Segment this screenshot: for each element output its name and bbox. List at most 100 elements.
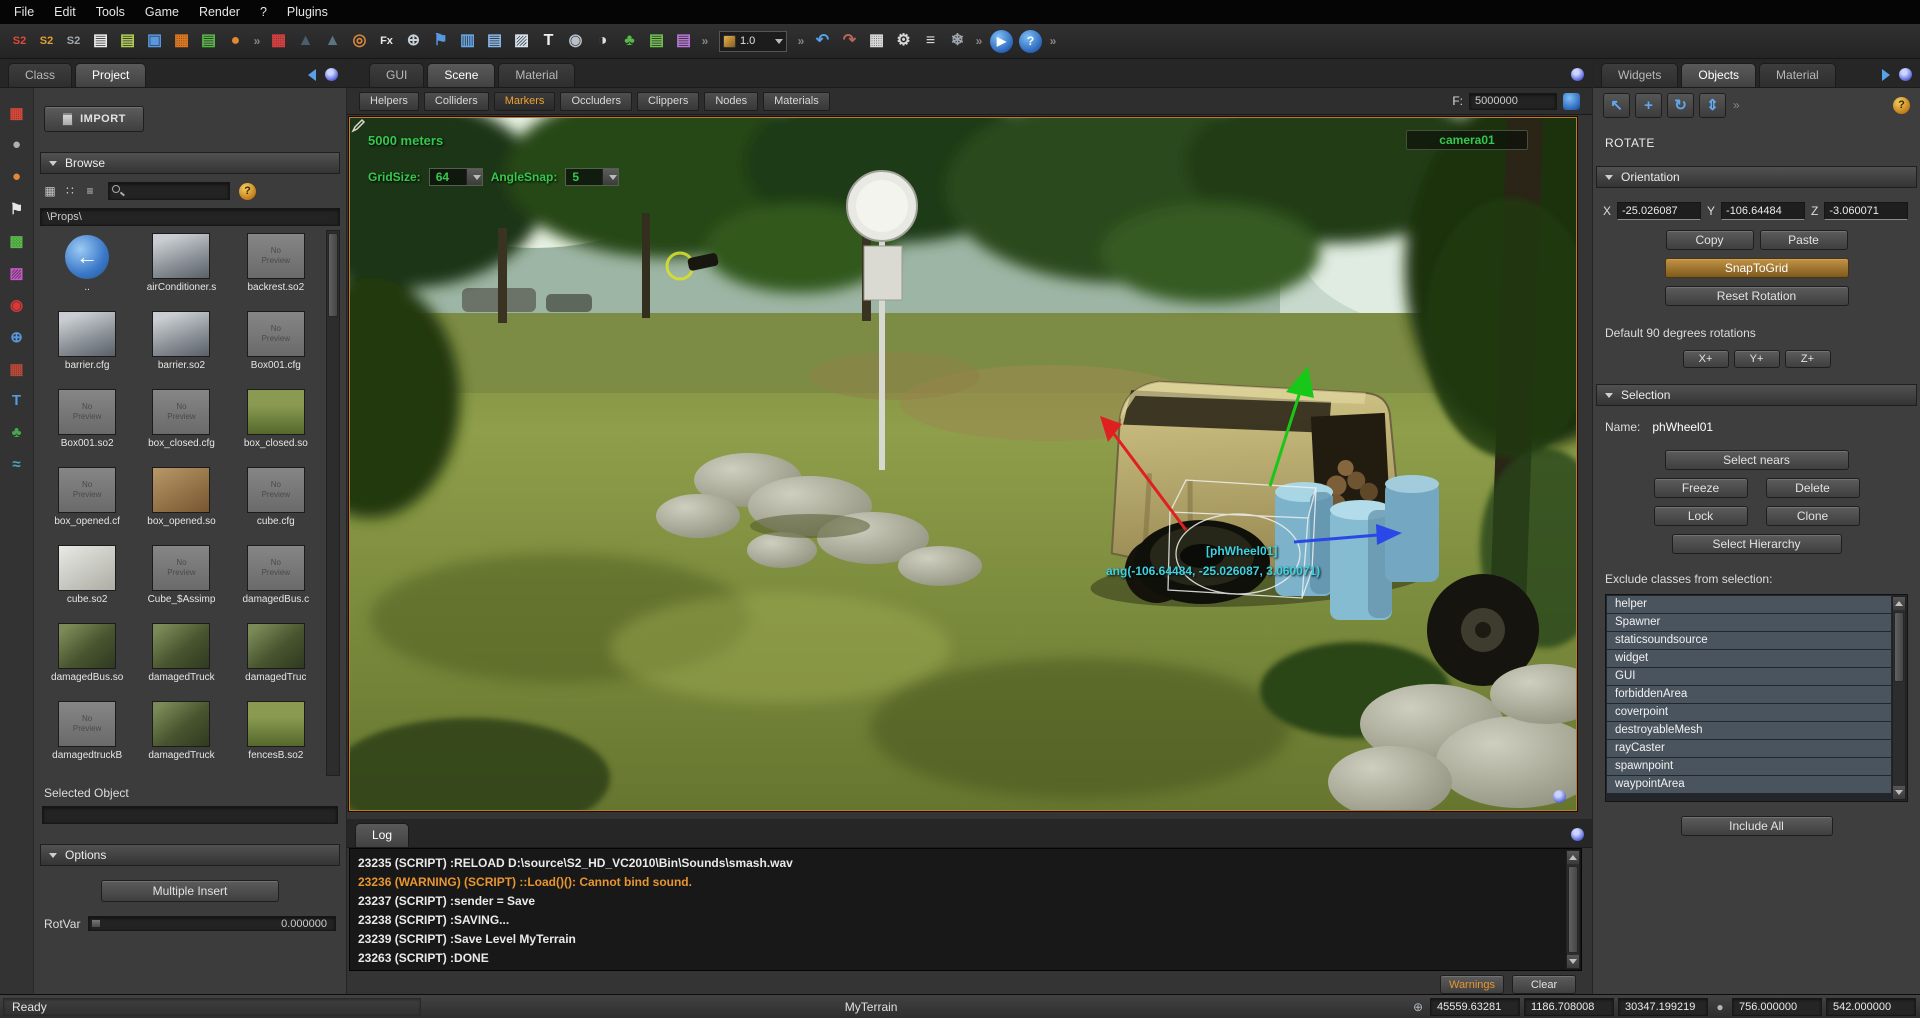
asset-item[interactable]: airConditioner.s [134,230,228,308]
clear-button[interactable]: Clear [1512,975,1576,994]
exclude-class-item[interactable]: spawnpoint [1607,758,1891,775]
menu-item[interactable]: ? [250,1,277,23]
path-field[interactable]: \Props\ [40,208,340,226]
reset-rotation-button[interactable]: Reset Rotation [1665,286,1849,306]
mode-button[interactable]: Markers [494,92,556,111]
snap-to-grid-button[interactable]: SnapToGrid [1665,258,1849,278]
torus-icon[interactable]: ◎ [346,28,373,55]
tab-scroll-right-icon[interactable] [1882,69,1890,81]
toolbar-separator[interactable]: » [249,28,265,55]
tab[interactable]: Scene [427,63,495,87]
asset-item[interactable]: damagedTruc [229,620,323,698]
asset-item[interactable]: barrier.so2 [134,308,228,386]
exclude-class-item[interactable]: destroyableMesh [1607,722,1891,739]
panel-light-icon[interactable]: ▤ [481,28,508,55]
menu-item[interactable]: Plugins [277,1,338,23]
selection-section-header[interactable]: Selection [1596,384,1917,406]
rotate-90-button[interactable]: Z+ [1785,350,1831,368]
toolbar-separator[interactable]: » [697,28,713,55]
grid-icon[interactable]: ▦ [863,28,890,55]
add-document-icon[interactable]: ▤ [195,28,222,55]
exclude-class-item[interactable]: widget [1607,650,1891,667]
props-category-icon[interactable]: ▦ [4,100,29,125]
terrain-light-icon[interactable]: ▲ [319,28,346,55]
tab[interactable]: Material [498,63,575,87]
far-clip-icon[interactable] [1563,93,1580,110]
play-icon[interactable]: ▶ [990,30,1013,53]
multiple-insert-button[interactable]: Multiple Insert [101,880,279,902]
browse-section-header[interactable]: Browse [40,152,340,174]
panel-menu-icon[interactable] [1899,68,1912,81]
lock-button[interactable]: Lock [1654,506,1748,526]
asset-item[interactable]: No Preview Box001.cfg [229,308,323,386]
sphere-gray-icon[interactable]: ● [4,132,29,157]
plant-icon[interactable]: ♣ [616,28,643,55]
mode-button[interactable]: Helpers [359,92,419,111]
gear-icon[interactable]: ⚙ [890,28,917,55]
exclude-list-scrollbar[interactable] [1892,596,1906,800]
tile-purple-icon[interactable]: ▨ [4,260,29,285]
warnings-button[interactable]: Warnings [1440,975,1504,994]
asset-item[interactable]: damagedBus.so [40,620,134,698]
tab[interactable]: Material [1759,63,1836,87]
tab[interactable]: Objects [1681,63,1756,87]
delete-button[interactable]: Delete [1766,478,1860,498]
tile-green-icon[interactable]: ▩ [4,228,29,253]
snowflake-icon[interactable]: ❄ [944,28,971,55]
panel-menu-icon[interactable] [325,68,338,81]
asset-item[interactable]: No Preview box_closed.cfg [134,386,228,464]
menu-item[interactable]: Render [189,1,250,23]
menu-item[interactable]: File [4,1,44,23]
tab[interactable]: Widgets [1601,63,1678,87]
scrollbar-thumb[interactable] [1894,612,1904,682]
rotate-90-button[interactable]: Y+ [1734,350,1780,368]
asset-item[interactable]: damagedTruck [134,620,228,698]
exclude-class-item[interactable]: helper [1607,596,1891,613]
save-icon[interactable]: ▣ [141,28,168,55]
rotate-90-button[interactable]: X+ [1683,350,1729,368]
menu-item[interactable]: Edit [44,1,86,23]
tab-scroll-left-icon[interactable] [308,69,316,81]
rotvar-slider[interactable]: 0.000000 [88,916,336,931]
search-input[interactable] [108,182,230,200]
toolbar-separator[interactable]: » [1045,28,1061,55]
asset-item[interactable]: damagedTruck [134,698,228,776]
file-green-icon[interactable]: ▤ [643,28,670,55]
exclude-class-item[interactable]: GUI [1607,668,1891,685]
scrollbar-thumb[interactable] [1568,866,1578,953]
text-blue-icon[interactable]: T [4,388,29,413]
tab-log[interactable]: Log [355,823,409,847]
asset-item[interactable]: No Preview backrest.so2 [229,230,323,308]
contrast-icon[interactable]: ◑ [589,28,616,55]
asset-item[interactable]: box_closed.so [229,386,323,464]
asset-item[interactable]: box_opened.so [134,464,228,542]
paste-button[interactable]: Paste [1760,230,1848,250]
asset-item[interactable]: No Preview cube.cfg [229,464,323,542]
rubiks-cube-icon[interactable]: ▦ [265,28,292,55]
mode-button[interactable]: Materials [763,92,830,111]
fx-icon[interactable]: Fx [373,28,400,55]
log-output[interactable]: 23235 (SCRIPT) :RELOAD D:\source\S2_HD_V… [349,848,1582,971]
exclude-class-item[interactable]: waypointArea [1607,776,1891,793]
scrollbar-thumb[interactable] [328,233,338,317]
rotvar-slider-handle[interactable] [91,919,101,928]
planet-icon[interactable]: ◉ [562,28,589,55]
asset-item[interactable]: No Preview Cube_$Assimp [134,542,228,620]
exclude-class-item[interactable]: forbiddenArea [1607,686,1891,703]
select-nears-button[interactable]: Select nears [1665,450,1849,470]
sphere-orange-icon[interactable]: ● [4,164,29,189]
panel-blue-icon[interactable]: ▥ [454,28,481,55]
plant-green-icon[interactable]: ♣ [4,420,29,445]
text-tool-icon[interactable]: T [535,28,562,55]
browse-help-button[interactable]: ? [239,183,256,200]
chevron-down-icon[interactable] [775,39,783,44]
far-clip-input[interactable] [1469,93,1557,110]
asset-item[interactable]: barrier.cfg [40,308,134,386]
undo-icon[interactable]: ↶ [809,28,836,55]
panel-menu-icon[interactable] [1571,828,1584,841]
menu-item[interactable]: Game [135,1,189,23]
edit-document-icon[interactable]: ▤ [114,28,141,55]
asset-item[interactable]: No Preview damagedtruckB [40,698,134,776]
redo-icon[interactable]: ↷ [836,28,863,55]
asset-item[interactable]: ← .. [40,230,134,308]
